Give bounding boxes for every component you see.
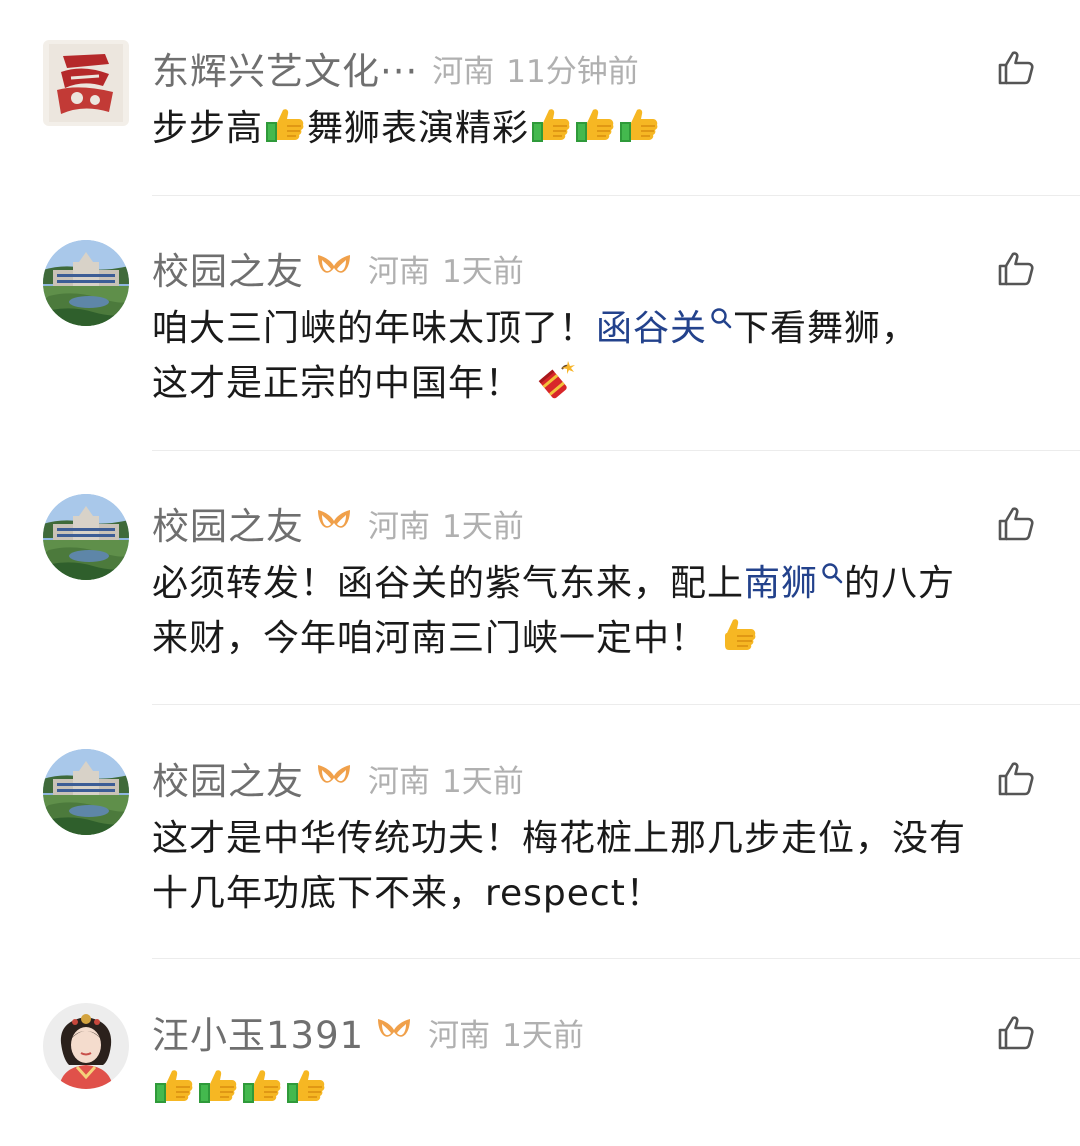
timestamp: 11分钟前 xyxy=(506,53,639,90)
thumbs-up-outline-icon xyxy=(998,252,1034,286)
firecracker-emoji xyxy=(532,357,576,401)
search-icon xyxy=(820,561,844,585)
search-icon xyxy=(709,306,733,330)
thumbs-up-emoji xyxy=(240,1063,284,1107)
timestamp: 1天前 xyxy=(442,253,524,290)
username[interactable]: 校园之友 xyxy=(152,496,304,550)
avatar[interactable] xyxy=(43,40,129,126)
location: 河南 xyxy=(368,508,430,545)
comment-text: 步步高 舞狮表演精彩 xyxy=(152,101,1052,156)
avatar[interactable] xyxy=(43,494,129,580)
text-segment: 咱大三门峡的年味太顶了！ xyxy=(152,308,597,349)
timestamp: 1天前 xyxy=(442,763,524,800)
divider xyxy=(152,450,1080,451)
like-button[interactable] xyxy=(996,1013,1036,1053)
comment-meta: 汪小玉1391 河南 1天前 xyxy=(152,1004,584,1060)
divider xyxy=(152,195,1080,196)
like-button[interactable] xyxy=(996,759,1036,799)
username[interactable]: 校园之友 xyxy=(152,751,304,805)
text-segment: 必须转发！函谷关的紫气东来，配上 xyxy=(152,563,745,604)
text-segment: 下看舞狮， xyxy=(733,308,919,349)
location: 河南 xyxy=(432,53,495,90)
avatar[interactable] xyxy=(43,1003,129,1089)
timestamp: 1天前 xyxy=(442,508,524,545)
username[interactable]: 汪小玉1391 xyxy=(152,1005,364,1059)
comment-meta: 校园之友 河南 1天前 xyxy=(152,495,524,551)
comment-text: 咱大三门峡的年味太顶了！函谷关 下看舞狮， 这才是正宗的中国年！ xyxy=(152,301,1052,411)
text-segment: 这才是中华传统功夫！梅花桩上那几步走位，没有 xyxy=(152,818,967,859)
comment-text: 必须转发！函谷关的紫气东来，配上南狮 的八方来财，今年咱河南三门峡一定中！ xyxy=(152,556,1052,666)
thumbs-up-emoji xyxy=(529,102,573,146)
avatar[interactable] xyxy=(43,749,129,835)
vip-badge-icon xyxy=(314,761,354,795)
like-button[interactable] xyxy=(996,249,1036,289)
text-segment: 来财，今年咱河南三门峡一定中！ xyxy=(152,618,708,659)
comment-meta: 东辉兴艺文化··· 河南 11分钟前 xyxy=(152,40,639,96)
text-segment: 步步高 xyxy=(152,108,264,149)
thumbs-up-outline-icon xyxy=(998,762,1034,796)
divider xyxy=(152,958,1080,959)
avatar[interactable] xyxy=(43,240,129,326)
comment-text xyxy=(152,1062,1052,1117)
comment-meta: 校园之友 河南 1天前 xyxy=(152,240,524,296)
comment-text: 这才是中华传统功夫！梅花桩上那几步走位，没有 十几年功底下不来，respect！ xyxy=(152,811,1052,921)
thumbs-up-outline-icon xyxy=(998,507,1034,541)
location: 河南 xyxy=(368,253,430,290)
thumbs-up-emoji xyxy=(617,102,661,146)
thumbs-up-outline-icon xyxy=(998,51,1034,85)
location: 河南 xyxy=(368,763,430,800)
divider xyxy=(152,704,1080,705)
vip-badge-icon xyxy=(314,251,354,285)
vip-badge-icon xyxy=(314,506,354,540)
thumbs-up-emoji xyxy=(573,102,617,146)
topic-link[interactable]: 南狮 xyxy=(744,563,818,604)
like-button[interactable] xyxy=(996,504,1036,544)
topic-link[interactable]: 函谷关 xyxy=(596,308,707,349)
thumbs-up-emoji xyxy=(284,1063,328,1107)
username[interactable]: 东辉兴艺文化··· xyxy=(152,41,418,95)
vip-badge-icon xyxy=(374,1015,414,1049)
text-segment: 的八方 xyxy=(844,563,956,604)
location: 河南 xyxy=(428,1017,491,1054)
text-segment: 这才是正宗的中国年！ xyxy=(152,363,523,404)
thumbs-up-emoji xyxy=(152,1063,196,1107)
like-button[interactable] xyxy=(996,48,1036,88)
username[interactable]: 校园之友 xyxy=(152,241,304,295)
thumbs-up-emoji xyxy=(196,1063,240,1107)
thumbs-up-outline-icon xyxy=(998,1016,1034,1050)
text-segment: 舞狮表演精彩 xyxy=(307,108,530,149)
comment-meta: 校园之友 河南 1天前 xyxy=(152,750,524,806)
thumbs-up-emoji xyxy=(719,612,763,656)
thumbs-up-emoji xyxy=(263,102,307,146)
text-segment: 十几年功底下不来，respect！ xyxy=(152,873,663,914)
timestamp: 1天前 xyxy=(502,1017,584,1054)
